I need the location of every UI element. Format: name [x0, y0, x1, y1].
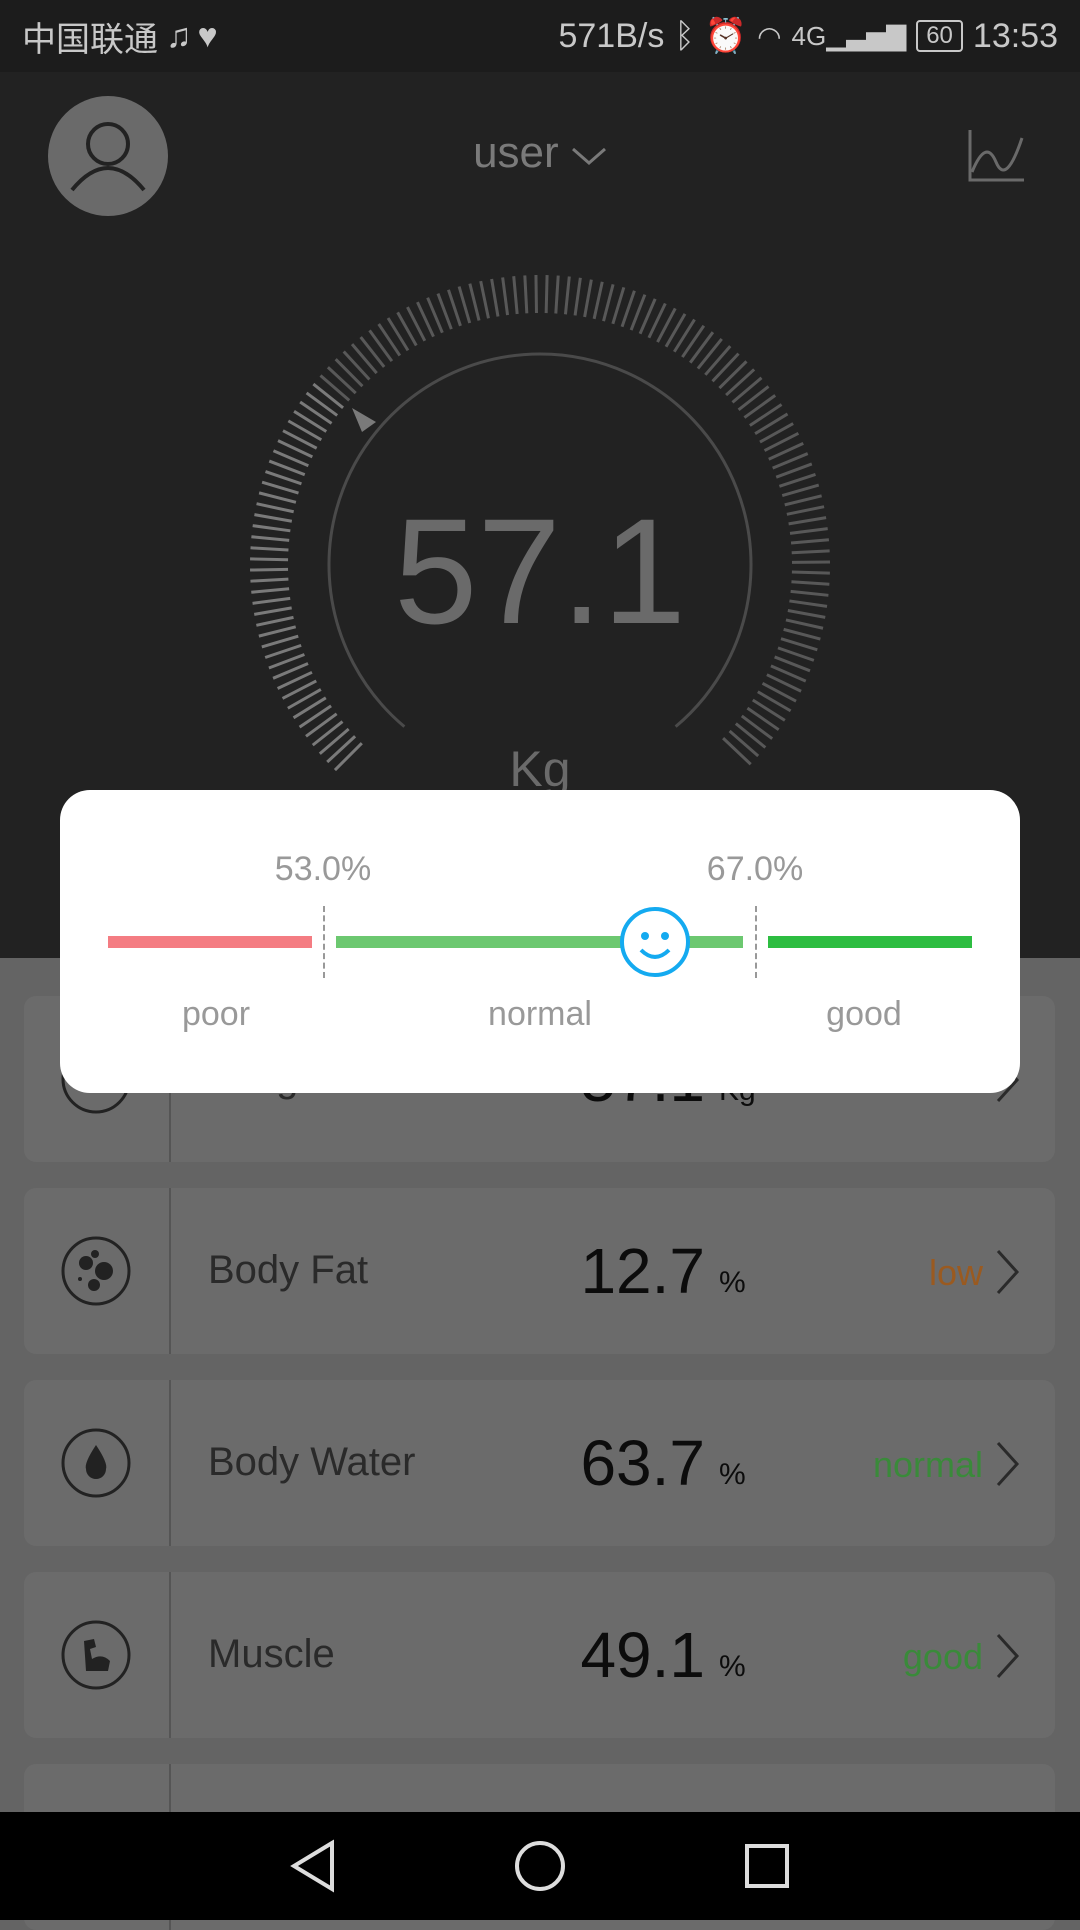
good-range-bar	[768, 936, 972, 948]
range-popup: 53.0% 67.0% poor normal good	[60, 790, 1020, 1093]
range-label-good: good	[826, 995, 902, 1034]
gauge-tick	[546, 275, 547, 313]
gauge-tick	[585, 280, 592, 317]
gauge-tick	[448, 290, 460, 326]
gauge-tick	[361, 337, 384, 367]
gauge-tick	[742, 716, 772, 739]
metric-value: 49.1	[580, 1618, 705, 1692]
gauge-tick	[470, 284, 479, 321]
gauge-tick	[565, 276, 569, 314]
card-divider	[169, 1380, 171, 1546]
chevron-right-icon	[995, 1248, 1021, 1296]
metric-card[interactable]: Body Fat 12.7 % low	[24, 1188, 1055, 1354]
poor-range-bar	[108, 936, 312, 948]
gauge-tick	[575, 278, 580, 316]
metric-status: normal	[873, 1444, 983, 1486]
gauge-tick	[514, 276, 517, 314]
gauge-tick	[320, 376, 349, 401]
metric-unit: %	[719, 1458, 746, 1492]
metric-status: low	[929, 1252, 983, 1294]
gauge-tick	[739, 386, 769, 409]
metric-unit: %	[719, 1266, 746, 1300]
card-divider	[169, 1572, 171, 1738]
gauge-tick	[336, 359, 363, 386]
gauge-tick	[313, 384, 343, 408]
gauge-tick	[536, 275, 537, 313]
gauge-tick	[265, 472, 301, 484]
high-threshold: 67.0%	[707, 850, 803, 889]
gauge-tick	[719, 361, 746, 388]
gauge-tick	[690, 332, 713, 363]
metric-status: good	[903, 1636, 983, 1678]
gauge-tick	[726, 369, 754, 395]
gauge-tick	[622, 291, 634, 327]
gauge-tick	[307, 393, 338, 416]
gauge-tick	[698, 339, 722, 369]
gauge-tick	[370, 330, 392, 361]
gauge-tick	[604, 284, 614, 321]
gauge-tick	[744, 395, 775, 417]
metric-name: Muscle	[208, 1632, 335, 1677]
navigation-bar	[0, 1812, 1080, 1920]
water-drop-icon	[60, 1427, 132, 1499]
gauge-tick	[306, 714, 337, 736]
gauge-tick	[459, 287, 470, 323]
gauge-tick	[750, 405, 782, 426]
metric-value: 63.7	[580, 1426, 705, 1500]
card-divider	[169, 1188, 171, 1354]
range-label-normal: normal	[488, 995, 592, 1034]
back-icon[interactable]	[288, 1839, 338, 1893]
gauge-tick	[379, 324, 400, 356]
range-label-poor: poor	[182, 995, 250, 1034]
metric-card[interactable]: Muscle 49.1 % good	[24, 1572, 1055, 1738]
weight-value: 57.1	[0, 485, 1080, 658]
gauge-tick	[682, 326, 703, 357]
gauge-tick	[481, 281, 489, 318]
gauge-tick	[705, 346, 730, 375]
muscle-icon	[60, 1619, 132, 1691]
metric-value: 12.7	[580, 1234, 705, 1308]
gauge-pointer-icon	[352, 408, 376, 432]
gauge-tick	[300, 706, 332, 727]
gauge-tick	[525, 275, 527, 313]
home-icon[interactable]	[513, 1839, 567, 1893]
smiley-indicator-icon	[619, 906, 691, 978]
chevron-right-icon	[995, 1440, 1021, 1488]
metric-name: Body Fat	[208, 1248, 368, 1293]
gauge-tick	[613, 287, 624, 323]
gauge-tick	[556, 276, 558, 314]
threshold-divider	[323, 906, 325, 978]
chevron-right-icon	[995, 1632, 1021, 1680]
gauge-tick	[300, 402, 331, 423]
gauge-tick	[492, 279, 498, 316]
low-threshold: 53.0%	[275, 850, 371, 889]
gauge-tick	[713, 354, 739, 382]
metric-name: Body Water	[208, 1440, 415, 1485]
body-fat-icon	[60, 1235, 132, 1307]
gauge-tick	[352, 344, 377, 373]
gauge-tick	[747, 708, 778, 730]
gauge-tick	[503, 277, 508, 315]
gauge-tick	[732, 378, 761, 403]
threshold-divider	[755, 906, 757, 978]
recents-icon[interactable]	[742, 1841, 792, 1891]
gauge-tick	[344, 352, 370, 380]
metric-unit: %	[719, 1650, 746, 1684]
gauge-tick	[328, 367, 356, 393]
metric-card[interactable]: Body Water 63.7 % normal	[24, 1380, 1055, 1546]
gauge-tick	[594, 282, 602, 319]
